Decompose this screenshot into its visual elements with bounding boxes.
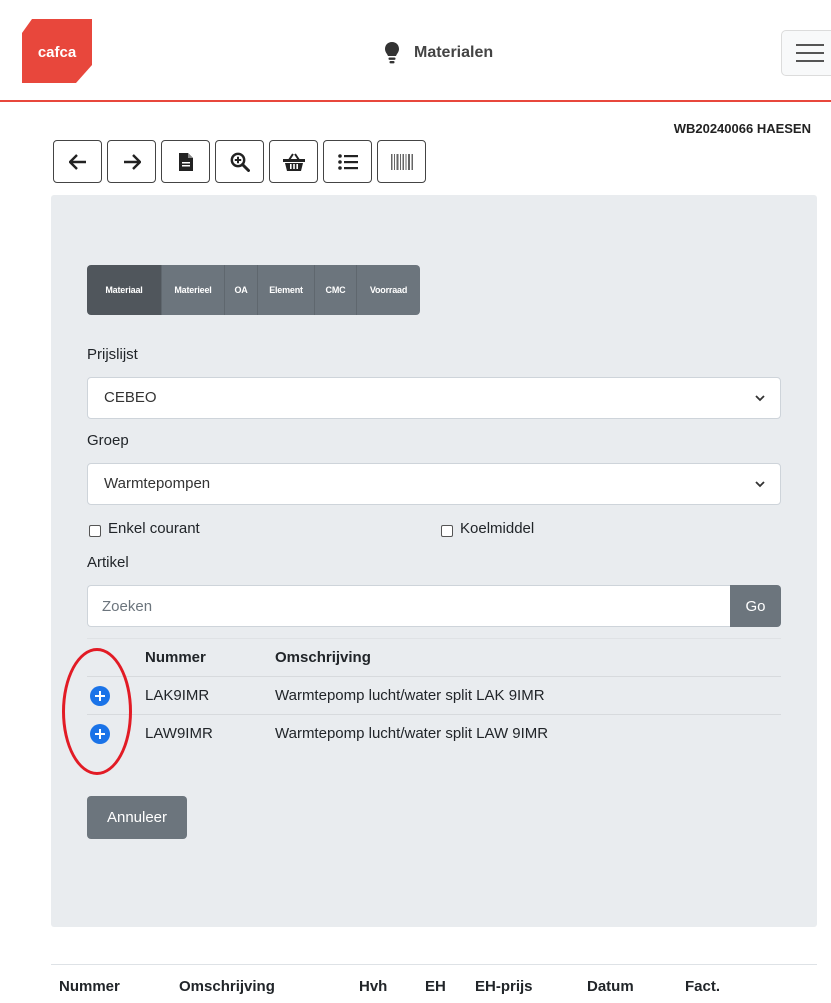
arrow-left-icon	[68, 153, 86, 170]
barcode-icon	[390, 153, 413, 170]
column-header-hvh: Hvh	[359, 978, 388, 995]
tab-oa[interactable]: OA	[225, 265, 258, 315]
chevron-down-icon	[755, 395, 765, 402]
artikel-search-input[interactable]	[87, 585, 730, 627]
column-header-omschrijving: Omschrijving	[179, 978, 275, 995]
basket-button[interactable]	[269, 140, 318, 183]
groep-select[interactable]: Warmtepompen	[87, 463, 781, 505]
tab-voorraad[interactable]: Voorraad	[357, 265, 420, 315]
go-button[interactable]: Go	[730, 585, 781, 627]
zoom-in-icon	[230, 152, 250, 172]
row-omschrijving: Warmtepomp lucht/water split LAK 9IMR	[275, 687, 545, 704]
prijslijst-select[interactable]: CEBEO	[87, 377, 781, 419]
koelmiddel-label: Koelmiddel	[460, 520, 535, 537]
list-button[interactable]	[323, 140, 372, 183]
prijslijst-value: CEBEO	[104, 389, 157, 406]
groep-value: Warmtepompen	[104, 475, 211, 492]
artikel-label: Artikel	[87, 554, 129, 571]
column-header-datum: Datum	[587, 978, 634, 995]
row-omschrijving: Warmtepomp lucht/water split LAW 9IMR	[275, 725, 549, 742]
tab-cmc[interactable]: CMC	[315, 265, 357, 315]
category-tabs: Materiaal Materieel OA Element CMC Voorr…	[87, 265, 420, 315]
results-table: Nummer Omschrijving LAK9IMR Warmtepomp l…	[87, 638, 781, 752]
chevron-down-icon	[755, 481, 765, 488]
column-header-nummer: Nummer	[145, 649, 206, 666]
materials-table-header: Nummer Omschrijving Hvh EH EH-prijs Datu…	[51, 964, 817, 1003]
tab-materieel[interactable]: Materieel	[162, 265, 225, 315]
table-row: LAK9IMR Warmtepomp lucht/water split LAK…	[87, 676, 781, 714]
table-row: LAW9IMR Warmtepomp lucht/water split LAW…	[87, 714, 781, 752]
top-navbar: cafca Materialen	[0, 0, 831, 102]
groep-label: Groep	[87, 432, 129, 449]
list-icon	[337, 153, 358, 170]
basket-icon	[282, 152, 305, 171]
materials-panel: Materiaal Materieel OA Element CMC Voorr…	[51, 195, 817, 927]
column-header-omschrijving: Omschrijving	[275, 649, 371, 666]
results-header-row: Nummer Omschrijving	[87, 638, 781, 676]
workorder-label: WB20240066 HAESEN	[673, 121, 811, 136]
red-highlight-circle	[62, 648, 132, 775]
zoom-button[interactable]	[215, 140, 264, 183]
checkbox-box[interactable]	[89, 524, 101, 537]
prijslijst-label: Prijslijst	[87, 346, 138, 363]
page-title: Materialen	[414, 44, 494, 61]
checkbox-box[interactable]	[441, 524, 453, 537]
document-button[interactable]	[161, 140, 210, 183]
lightbulb-icon	[385, 42, 399, 64]
artikel-search-group: Go	[87, 585, 781, 627]
tab-element[interactable]: Element	[258, 265, 315, 315]
hamburger-icon	[796, 44, 824, 46]
forward-button[interactable]	[107, 140, 156, 183]
barcode-button[interactable]	[377, 140, 426, 183]
back-button[interactable]	[53, 140, 102, 183]
cafca-logo[interactable]: cafca	[22, 19, 92, 83]
document-icon	[178, 152, 193, 171]
tab-materiaal[interactable]: Materiaal	[87, 265, 162, 315]
column-header-fact: Fact.	[685, 978, 721, 995]
annuleer-button[interactable]: Annuleer	[87, 796, 187, 839]
menu-toggle-button[interactable]	[781, 30, 831, 76]
enkel-courant-checkbox[interactable]: Enkel courant	[89, 520, 200, 537]
column-header-eh: EH	[425, 978, 446, 995]
action-toolbar	[53, 140, 426, 183]
row-nummer: LAW9IMR	[145, 725, 213, 742]
column-header-nummer: Nummer	[59, 978, 120, 995]
svg-text:cafca: cafca	[38, 44, 77, 61]
arrow-right-icon	[123, 153, 141, 170]
page-title-group: Materialen	[384, 40, 493, 66]
koelmiddel-checkbox[interactable]: Koelmiddel	[441, 520, 534, 537]
enkel-courant-label: Enkel courant	[108, 520, 200, 537]
column-header-eh-prijs: EH-prijs	[475, 978, 533, 995]
row-nummer: LAK9IMR	[145, 687, 210, 704]
